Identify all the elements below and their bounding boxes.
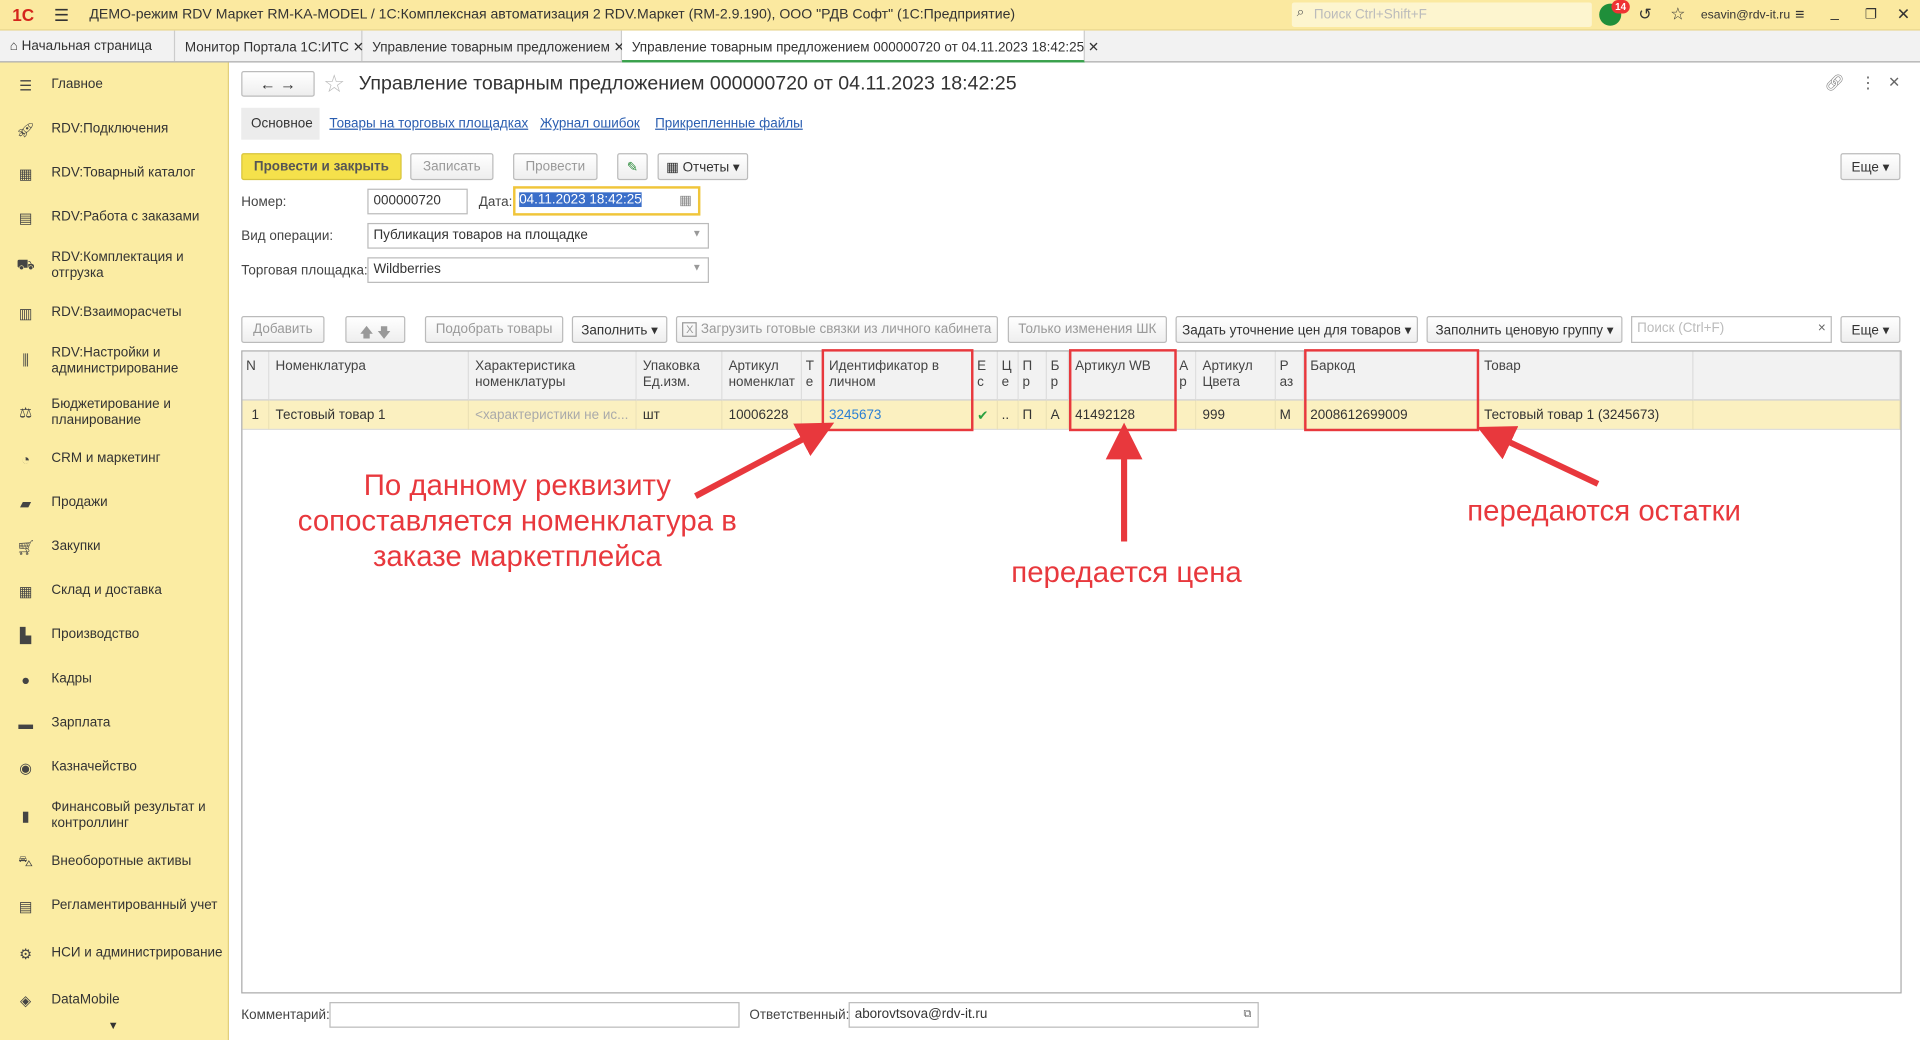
annotation-right: передаются остатки — [1467, 494, 1741, 528]
responsible-label: Ответственный: — [749, 1008, 850, 1023]
comment-label: Комментарий: — [241, 1008, 330, 1023]
arrow-right — [1477, 426, 1600, 487]
responsible-value: aborovtsova@rdv-it.ru — [854, 1006, 988, 1022]
annotation-middle: передается цена — [1011, 556, 1242, 590]
responsible-field[interactable]: aborovtsova@rdv-it.ru ⧉ — [848, 1002, 1259, 1028]
comment-field[interactable] — [329, 1002, 740, 1028]
open-icon[interactable]: ⧉ — [1244, 1007, 1252, 1020]
annotation-left: По данному реквизиту сопоставляется номе… — [297, 469, 737, 574]
